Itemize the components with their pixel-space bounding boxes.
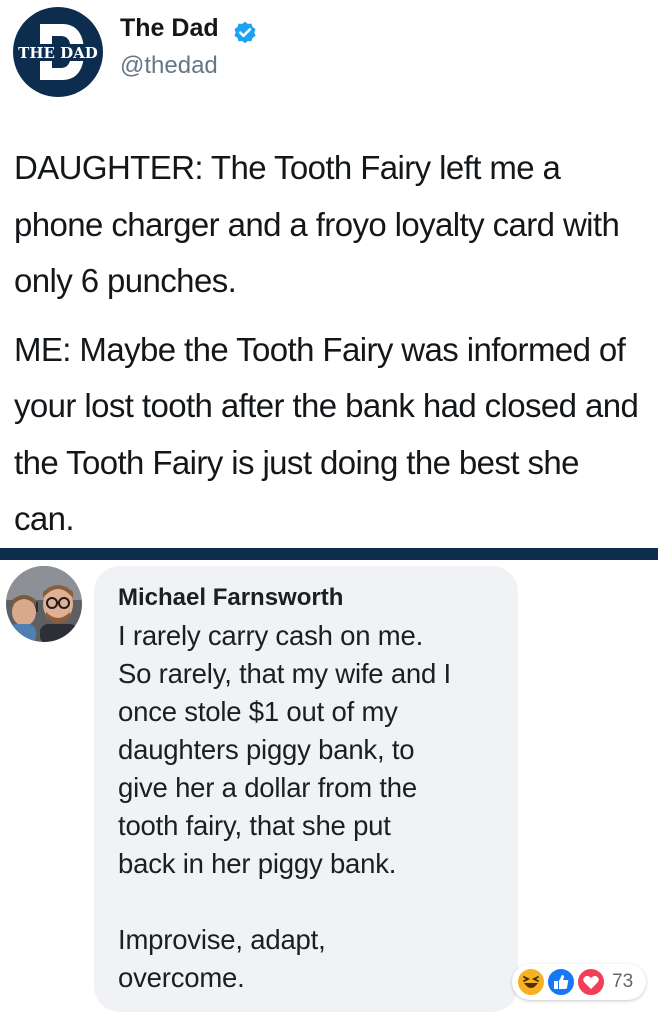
reactions-summary[interactable]: 73 bbox=[512, 964, 646, 1000]
love-reaction-icon bbox=[576, 967, 606, 997]
the-dad-logo[interactable]: THE DAD bbox=[12, 6, 104, 98]
verified-badge-icon bbox=[234, 21, 256, 44]
author-handle[interactable]: @thedad bbox=[120, 52, 218, 80]
comment-body: I rarely carry cash on me. So rarely, th… bbox=[118, 617, 508, 997]
comment-section: Michael Farnsworth I rarely carry cash o… bbox=[0, 560, 658, 1024]
haha-reaction-icon bbox=[516, 967, 546, 997]
comment-paragraph: I rarely carry cash on me. So rarely, th… bbox=[118, 620, 451, 879]
tweet-body: DAUGHTER: The Tooth Fairy left me a phon… bbox=[14, 140, 644, 548]
commenter-name[interactable]: Michael Farnsworth bbox=[118, 584, 343, 612]
author-name[interactable]: The Dad bbox=[120, 14, 219, 43]
section-divider bbox=[0, 548, 658, 560]
comment-bubble: Michael Farnsworth I rarely carry cash o… bbox=[94, 566, 518, 1012]
logo-text: THE DAD bbox=[18, 44, 98, 62]
commenter-avatar[interactable] bbox=[6, 566, 82, 642]
tweet-paragraph: ME: Maybe the Tooth Fairy was informed o… bbox=[14, 330, 639, 538]
tweet-card: THE DAD The Dad @thedad DAUGHTER: The To… bbox=[0, 0, 658, 548]
profile-photo-icon bbox=[6, 566, 82, 642]
like-reaction-icon bbox=[546, 967, 576, 997]
the-dad-logo-icon: THE DAD bbox=[13, 7, 103, 97]
comment-paragraph: Improvise, adapt, overcome. bbox=[118, 924, 326, 993]
reaction-count: 73 bbox=[612, 971, 634, 992]
tweet-paragraph: DAUGHTER: The Tooth Fairy left me a phon… bbox=[14, 149, 620, 299]
